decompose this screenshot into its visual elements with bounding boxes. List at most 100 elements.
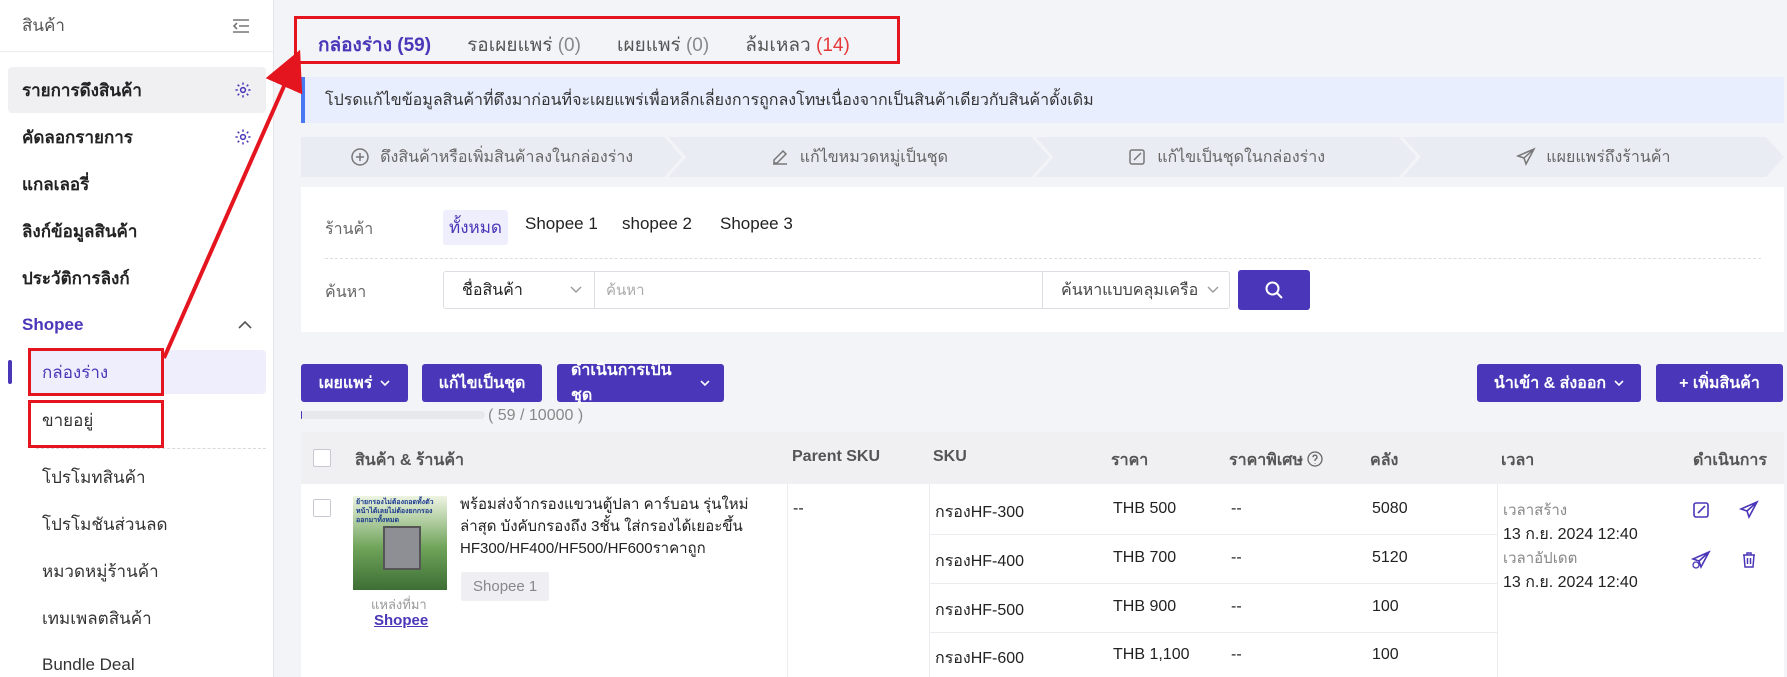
chevron-up-icon — [238, 320, 252, 329]
tab-pending[interactable]: รอเผยแพร่ (0) — [449, 22, 599, 68]
col-header-price: ราคา — [1111, 452, 1149, 469]
select-value: ค้นหาแบบคลุมเครือ — [1061, 281, 1199, 299]
sidebar-item-gallery[interactable]: แกลเลอรี่ — [8, 161, 266, 207]
tab-label: รอเผยแพร่ — [467, 35, 553, 56]
step-label: แผยแพร่ถึงร้านค้า — [1546, 148, 1671, 166]
gear-icon[interactable] — [234, 81, 252, 99]
sidebar-subitem-promote[interactable]: โปรโมทสินค้า — [28, 455, 266, 499]
sidebar-subitem-product-template[interactable]: เทมเพลตสินค้า — [28, 596, 266, 640]
sidebar-subitem-draft-box[interactable]: กล่องร่าง — [28, 350, 266, 394]
sidebar-item-label: Shopee — [22, 315, 84, 334]
info-notice: โปรดแก้ไขข้อมูลสินค้าที่ดึงมาก่อนที่จะเผ… — [301, 77, 1784, 123]
variant-price: THB 1,100 — [1113, 646, 1190, 663]
chevron-down-icon — [700, 380, 710, 387]
sidebar-subitem-label: Bundle Deal — [42, 655, 135, 674]
product-thumbnail[interactable]: ย้ายกรองไม่ต้องถอดทั้งตัวหน้าได้เลยไม่ต้… — [353, 496, 447, 590]
step-publish: แผยแพร่ถึงร้านค้า — [1403, 137, 1784, 177]
trash-icon[interactable] — [1739, 550, 1759, 570]
collapse-menu-icon[interactable] — [231, 18, 251, 34]
tab-count: (59) — [397, 35, 432, 56]
shop-option[interactable]: Shopee 1 — [519, 210, 604, 238]
import-export-button[interactable]: นำเข้า & ส่งออก — [1477, 364, 1641, 402]
tab-count: (0) — [685, 35, 710, 56]
select-all-checkbox[interactable] — [313, 449, 331, 467]
shop-option-all[interactable]: ทั้งหมด — [443, 210, 508, 245]
col-header-stock: คลัง — [1370, 452, 1399, 469]
sidebar-item-pull-list[interactable]: รายการดึงสินค้า — [8, 67, 266, 113]
search-placeholder: ค้นหา — [606, 282, 645, 299]
col-divider — [787, 484, 788, 677]
tab-count: (14) — [816, 35, 850, 56]
variant-special-price: -- — [1231, 646, 1242, 663]
variant-sku: กรองHF-600 — [935, 650, 1025, 667]
sidebar-subitem-on-sale[interactable]: ขายอยู่ — [28, 398, 266, 442]
send-icon — [1516, 147, 1536, 167]
search-mode-select[interactable]: ค้นหาแบบคลุมเครือ — [1042, 271, 1230, 309]
sidebar-subitem-shop-category[interactable]: หมวดหมู่ร้านค้า — [28, 549, 266, 593]
notice-text: โปรดแก้ไขข้อมูลสินค้าที่ดึงมาก่อนที่จะเผ… — [325, 91, 1094, 109]
chevron-down-icon — [570, 286, 582, 293]
variant-stock: 5120 — [1372, 549, 1408, 566]
variant-stock: 100 — [1372, 646, 1399, 663]
filter-divider — [325, 258, 1761, 259]
created-label: เวลาสร้าง — [1503, 502, 1568, 519]
variant-stock: 5080 — [1372, 500, 1408, 517]
step-edit-category: แก้ไขหมวดหมู่เป็นชุด — [668, 137, 1049, 177]
shop-option[interactable]: Shopee 3 — [714, 210, 799, 238]
col-divider — [1497, 484, 1498, 677]
tab-draft[interactable]: กล่องร่าง (59) — [300, 22, 449, 68]
filter-panel: ร้านค้า ทั้งหมด Shopee 1 shopee 2 Shopee… — [301, 187, 1784, 332]
tab-count: (0) — [557, 35, 581, 56]
col-header-label: ราคาพิเศษ — [1229, 452, 1303, 469]
variant-special-price: -- — [1231, 500, 1242, 517]
add-product-button[interactable]: + เพิ่มสินค้า — [1656, 364, 1783, 402]
sidebar-item-product-link[interactable]: ลิงก์ข้อมูลสินค้า — [8, 208, 266, 254]
col-header-actions: ดำเนินการ — [1693, 452, 1767, 469]
chevron-down-icon — [1614, 380, 1624, 387]
step-label: แก้ไขเป็นชุดในกล่องร่าง — [1157, 148, 1326, 166]
sidebar-item-label: คัดลอกรายการ — [22, 127, 133, 147]
thumbnail-caption: ย้ายกรองไม่ต้องถอดทั้งตัวหน้าได้เลยไม่ต้… — [356, 499, 434, 524]
variant-stock: 100 — [1372, 598, 1399, 615]
row-checkbox[interactable] — [313, 499, 331, 517]
sidebar-subitem-discount[interactable]: โปรโมชันส่วนลด — [28, 502, 266, 546]
product-title[interactable]: พร้อมส่งจ้ากรองแขวนตู้ปลา คาร์บอน รุ่นให… — [460, 494, 760, 560]
product-table: สินค้า & ร้านค้า Parent SKU SKU ราคา ราค… — [301, 432, 1784, 677]
send-icon[interactable] — [1739, 500, 1759, 520]
bulk-edit-button[interactable]: แก้ไขเป็นชุด — [422, 364, 542, 402]
button-label: เผยแพร่ — [318, 374, 373, 392]
sidebar-item-shopee[interactable]: Shopee — [8, 302, 266, 348]
source-link[interactable]: Shopee — [374, 612, 428, 629]
step-pull-products: ดึงสินค้าหรือเพิ่มสินค้าลงในกล่องร่าง — [301, 137, 682, 177]
search-icon — [1265, 281, 1283, 299]
tab-published[interactable]: เผยแพร่ (0) — [599, 22, 727, 68]
sidebar-item-link-history[interactable]: ประวัติการลิงก์ — [8, 255, 266, 301]
sidebar-subitem-bundle-deal[interactable]: Bundle Deal — [28, 643, 266, 677]
sidebar-subitem-label: ขายอยู่ — [42, 410, 94, 430]
quota-progress-fill — [301, 411, 303, 419]
sidebar-item-copy-list[interactable]: คัดลอกรายการ — [8, 114, 266, 160]
col-divider — [929, 484, 930, 677]
tab-failed[interactable]: ล้มเหลว (14) — [727, 22, 868, 68]
edit-icon — [770, 147, 790, 167]
shop-filter-label: ร้านค้า — [325, 221, 374, 238]
plus-circle-icon — [350, 147, 370, 167]
publish-button[interactable]: เผยแพร่ — [301, 364, 408, 402]
help-icon[interactable] — [1307, 451, 1324, 467]
updated-time: 13 ก.ย. 2024 12:40 — [1503, 574, 1638, 591]
edit-icon[interactable] — [1691, 500, 1711, 520]
button-label: ดำเนินการเป็นชุด — [571, 362, 672, 404]
search-field-select[interactable]: ชื่อสินค้า — [443, 271, 595, 309]
edit-icon — [1127, 147, 1147, 167]
shop-option[interactable]: shopee 2 — [616, 210, 698, 238]
search-button[interactable] — [1238, 270, 1310, 310]
bulk-operations-button[interactable]: ดำเนินการเป็นชุด — [557, 362, 724, 404]
search-input[interactable]: ค้นหา — [594, 271, 1043, 309]
variant-sku: กรองHF-500 — [935, 602, 1025, 619]
table-header: สินค้า & ร้านค้า Parent SKU SKU ราคา ราค… — [301, 432, 1784, 484]
schedule-publish-icon[interactable] — [1691, 550, 1711, 570]
tab-label: เผยแพร่ — [616, 35, 681, 56]
sidebar-subitem-label: กล่องร่าง — [42, 362, 109, 382]
sidebar-item-label: รายการดึงสินค้า — [22, 80, 142, 100]
gear-icon[interactable] — [234, 128, 252, 146]
